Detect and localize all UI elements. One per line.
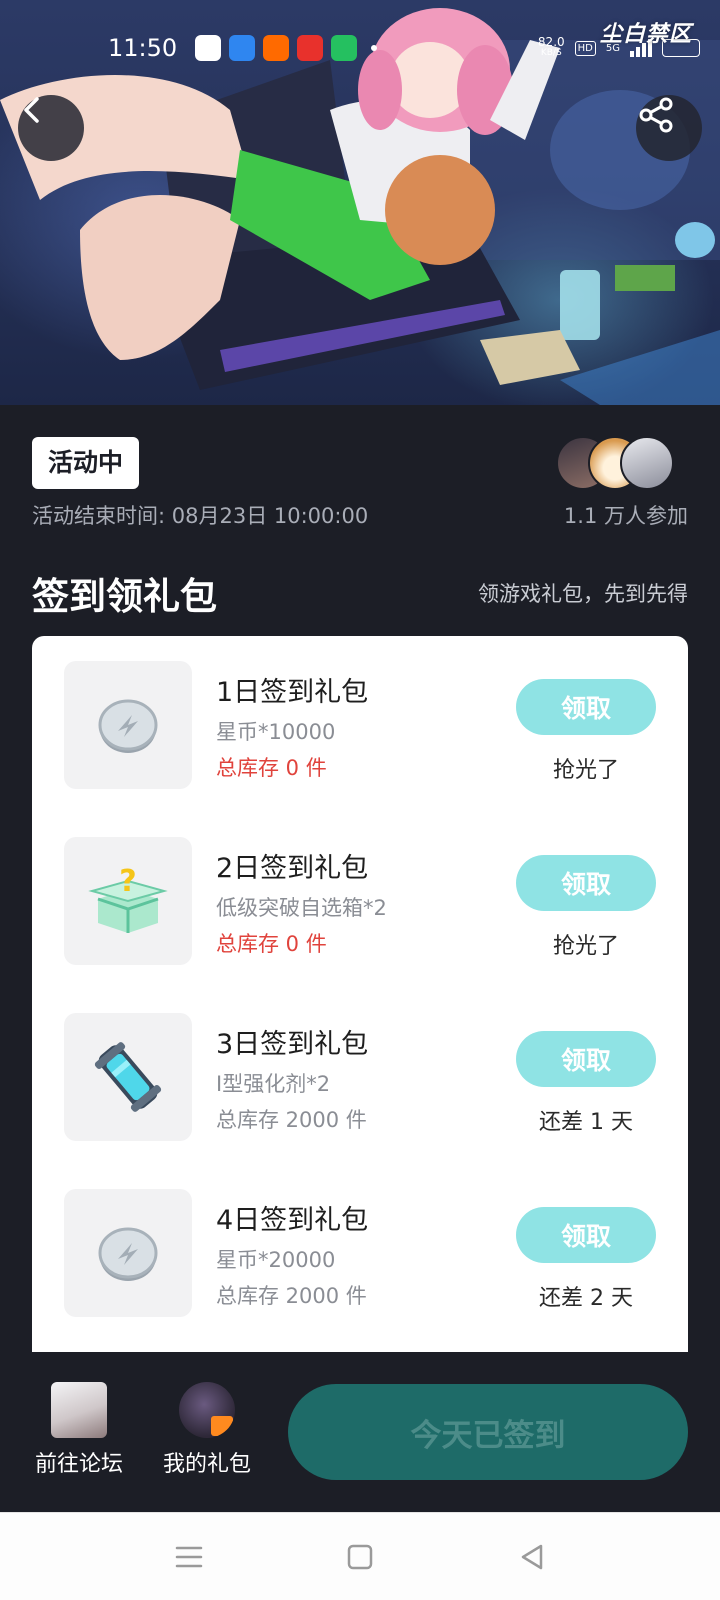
avatar: [620, 436, 674, 490]
claim-status: 抢光了: [552, 758, 619, 783]
svg-text:?: ?: [119, 864, 136, 899]
my-gifts-label: 我的礼包: [162, 1452, 251, 1477]
app-notification-icon: [297, 35, 324, 61]
participant-count: 1.1 万人参加: [563, 504, 688, 528]
forum-label: 前往论坛: [34, 1452, 123, 1477]
gift-stock: 总库存 0 件: [216, 756, 327, 780]
app-notification-icon: [229, 35, 256, 61]
menu-icon[interactable]: [173, 1541, 205, 1573]
back-button[interactable]: [18, 95, 84, 161]
app-notification-icon: [331, 35, 358, 61]
app-notification-icon: [195, 35, 222, 61]
section-subtitle: 领游戏礼包，先到先得: [478, 582, 688, 606]
claim-button[interactable]: 领取: [516, 679, 656, 735]
system-navigation-bar: [0, 1512, 720, 1600]
app-notification-icon: [263, 35, 290, 61]
claim-button[interactable]: 领取: [516, 1207, 656, 1263]
claim-status: 还差 1 天: [539, 1110, 633, 1135]
gift-name: 4日签到礼包: [216, 1205, 369, 1236]
claim-status: 还差 2 天: [539, 1286, 633, 1311]
gift-name: 1日签到礼包: [216, 677, 369, 708]
gift-description: 星币*20000: [216, 1248, 336, 1272]
activity-end-time: 活动结束时间: 08月23日 10:00:00: [32, 504, 369, 528]
gift-stock: 总库存 2000 件: [216, 1108, 367, 1132]
share-button[interactable]: [636, 95, 702, 161]
my-gifts-shortcut[interactable]: 我的礼包: [152, 1382, 262, 1478]
gift-thumbnail: [64, 1189, 192, 1317]
home-icon[interactable]: [344, 1541, 376, 1573]
gift-name: 2日签到礼包: [216, 853, 369, 884]
gift-thumbnail: [64, 1013, 192, 1141]
list-item: 4日签到礼包 星币*20000 总库存 2000 件 领取 还差 2 天: [32, 1164, 688, 1340]
star-coin-icon: [98, 699, 158, 753]
gift-stock: 总库存 2000 件: [216, 1284, 367, 1308]
gift-description: 星币*10000: [216, 720, 336, 744]
gift-list: 1日签到礼包 星币*10000 总库存 0 件 领取 抢光了 ? 2日签到礼包 …: [32, 636, 688, 1352]
gift-box-icon: [211, 1416, 233, 1436]
gift-thumbnail: ?: [64, 837, 192, 965]
game-logo: 尘白禁区: [599, 22, 692, 47]
hero-banner: 11:50 82.0 KB/S HD 5G 尘白禁区: [0, 0, 720, 405]
section-title: 签到领礼包: [32, 575, 217, 618]
claim-button[interactable]: 领取: [516, 1031, 656, 1087]
chevron-left-icon: [24, 97, 39, 123]
forum-shortcut[interactable]: 前往论坛: [24, 1382, 134, 1478]
network-speed-unit: KB/S: [540, 48, 562, 58]
gift-stock: 总库存 0 件: [216, 932, 327, 956]
claim-status: 抢光了: [552, 934, 619, 959]
network-speed-value: 82.0: [537, 35, 565, 49]
gift-description: 低级突破自选箱*2: [216, 896, 387, 920]
activity-status-tag: 活动中: [32, 437, 140, 489]
bottom-action-bar: 前往论坛 我的礼包 今天已签到: [0, 1352, 720, 1512]
share-icon: [639, 97, 673, 133]
list-item: 3日签到礼包 I型强化剂*2 总库存 2000 件 领取 还差 1 天: [32, 988, 688, 1164]
gift-avatar-icon: [179, 1382, 235, 1438]
claim-button[interactable]: 领取: [516, 855, 656, 911]
participant-avatars: [556, 436, 676, 492]
back-triangle-icon[interactable]: [516, 1541, 548, 1573]
status-time: 11:50: [108, 34, 178, 62]
notification-dot-icon: [371, 45, 378, 51]
forum-avatar: [51, 1382, 107, 1438]
list-item: 1日签到礼包 星币*10000 总库存 0 件 领取 抢光了: [32, 636, 688, 812]
mystery-box-icon: ?: [88, 864, 168, 933]
checked-in-button[interactable]: 今天已签到: [288, 1384, 688, 1480]
enhancer-capsule-icon: [94, 1042, 162, 1112]
gift-thumbnail: [64, 661, 192, 789]
hd-badge: HD: [574, 40, 596, 56]
list-item: ? 2日签到礼包 低级突破自选箱*2 总库存 0 件 领取 抢光了: [32, 812, 688, 988]
gift-name: 3日签到礼包: [216, 1029, 369, 1060]
gift-description: I型强化剂*2: [216, 1072, 331, 1096]
network-speed: 82.0 KB/S: [537, 35, 565, 59]
star-coin-icon: [98, 1227, 158, 1281]
